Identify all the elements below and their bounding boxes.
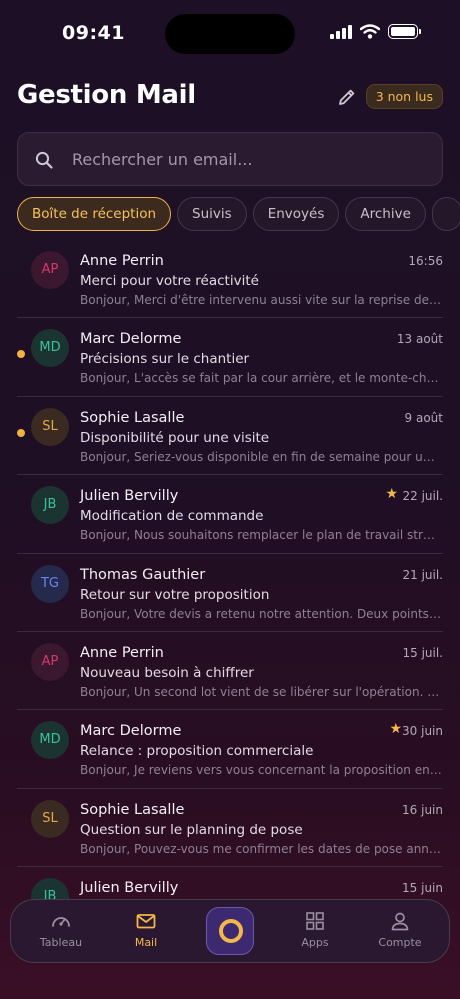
- search-input[interactable]: [72, 133, 432, 185]
- tab-inbox[interactable]: Boîte de réception: [17, 197, 172, 231]
- mail-sender: Julien Bervilly: [80, 880, 179, 897]
- unread-count-badge: 3 non lus: [365, 84, 443, 109]
- grid-icon: [306, 912, 324, 930]
- mail-subject: Précisions sur le chantier: [80, 351, 250, 368]
- mail-date: 13 août: [396, 332, 443, 347]
- mail-subject: Question sur le planning de pose: [80, 821, 303, 838]
- mail-date: 9 août: [404, 410, 443, 425]
- mail-preview: Bonjour, L'accès se fait par la cour arr…: [80, 371, 442, 386]
- avatar: JB: [31, 878, 69, 900]
- nav-label: Mail: [134, 936, 158, 949]
- star-icon[interactable]: ★: [389, 721, 402, 737]
- status-icons: [330, 24, 421, 39]
- star-icon[interactable]: ★: [385, 486, 398, 502]
- avatar: TG: [31, 564, 69, 603]
- mail-date: 16:56: [408, 254, 443, 268]
- status-bar: 09:41: [0, 0, 460, 66]
- nav-label: Apps: [301, 936, 329, 949]
- filter-tabs: Boîte de réception Suivis Envoyés Archive: [17, 197, 460, 231]
- avatar: SL: [31, 799, 69, 838]
- avatar: JB: [31, 486, 69, 525]
- avatar: AP: [31, 251, 69, 289]
- mail-date: 15 juin: [402, 881, 443, 896]
- user-icon: [391, 912, 409, 931]
- mail-subject: Retour sur votre proposition: [80, 586, 270, 603]
- wifi-icon: [360, 24, 380, 39]
- tab-archive[interactable]: Archive: [345, 197, 426, 231]
- tab-followed[interactable]: Suivis: [177, 197, 247, 231]
- search-icon: [35, 151, 53, 169]
- mail-preview: Bonjour, Un second lot vient de se libér…: [80, 685, 442, 699]
- mail-subject: Merci pour votre réactivité: [80, 273, 259, 289]
- header: Gestion Mail 3 non lus: [17, 78, 443, 116]
- mail-row[interactable]: MD Marc Delorme ★ 30 juin Relance : prop…: [0, 710, 460, 789]
- unread-dot: [17, 350, 25, 359]
- mail-date: 15 juil.: [402, 646, 443, 660]
- nav-tableau[interactable]: Tableau: [21, 910, 101, 949]
- status-time: 09:41: [62, 22, 125, 44]
- dynamic-island: [165, 14, 295, 54]
- bottom-nav: Tableau Mail Apps Compte: [10, 899, 450, 963]
- search-bar: [17, 132, 443, 186]
- nav-mail[interactable]: Mail: [106, 910, 186, 949]
- avatar: AP: [31, 643, 69, 681]
- mail-sender: Anne Perrin: [80, 253, 164, 269]
- gauge-icon: [52, 917, 70, 927]
- nav-apps[interactable]: Apps: [275, 910, 355, 949]
- mail-sender: Anne Perrin: [80, 645, 164, 661]
- page-title: Gestion Mail: [17, 80, 196, 110]
- mail-preview: Bonjour, Merci d'être intervenu aussi vi…: [80, 293, 442, 307]
- mail-row[interactable]: JB Julien Bervilly 15 juin: [0, 867, 460, 900]
- mail-date: 16 juin: [402, 802, 443, 817]
- avatar: MD: [31, 329, 69, 368]
- avatar: MD: [31, 721, 69, 760]
- mail-list: AP Anne Perrin 16:56 Merci pour votre ré…: [0, 240, 460, 900]
- mail-row[interactable]: AP Anne Perrin 15 juil. Nouveau besoin à…: [0, 632, 460, 711]
- signal-icon: [330, 24, 352, 39]
- mail-row[interactable]: SL Sophie Lasalle 16 juin Question sur l…: [0, 789, 460, 868]
- mail-preview: Bonjour, Je reviens vers vous concernant…: [80, 763, 442, 778]
- battery-icon: [388, 24, 421, 39]
- mail-row[interactable]: MD Marc Delorme 13 août Précisions sur l…: [0, 318, 460, 397]
- mail-icon: [136, 914, 156, 929]
- mail-row[interactable]: SL Sophie Lasalle 9 août Disponibilité p…: [0, 397, 460, 476]
- mail-sender: Marc Delorme: [80, 723, 182, 740]
- center-action-button[interactable]: [206, 907, 254, 955]
- logo-ring-icon: [219, 919, 243, 943]
- mail-sender: Thomas Gauthier: [80, 566, 206, 583]
- nav-compte[interactable]: Compte: [360, 910, 440, 949]
- mail-row[interactable]: JB Julien Bervilly ★ 22 juil. Modificati…: [0, 475, 460, 554]
- avatar: SL: [31, 407, 69, 446]
- mail-date: 22 juil.: [402, 489, 443, 504]
- mail-sender: Sophie Lasalle: [80, 801, 185, 818]
- mail-subject: Disponibilité pour une visite: [80, 429, 270, 446]
- edit-icon[interactable]: [336, 86, 358, 108]
- mail-subject: Modification de commande: [80, 508, 264, 525]
- mail-preview: Bonjour, Pouvez-vous me confirmer les da…: [80, 841, 442, 856]
- tab-sent[interactable]: Envoyés: [252, 197, 340, 231]
- nav-label: Tableau: [39, 936, 83, 949]
- nav-label: Compte: [378, 936, 422, 949]
- mail-row[interactable]: AP Anne Perrin 16:56 Merci pour votre ré…: [0, 240, 460, 319]
- mail-subject: Relance : proposition commerciale: [80, 743, 314, 760]
- mail-sender: Julien Bervilly: [80, 488, 179, 505]
- mail-preview: Bonjour, Votre devis a retenu notre atte…: [80, 606, 442, 621]
- unread-dot: [17, 428, 25, 437]
- mail-date: 21 juil.: [402, 567, 443, 582]
- mail-subject: Nouveau besoin à chiffrer: [80, 665, 254, 681]
- mail-preview: Bonjour, Seriez-vous disponible en fin d…: [80, 449, 442, 464]
- mail-date: 30 juin: [402, 724, 443, 739]
- mail-row[interactable]: TG Thomas Gauthier 21 juil. Retour sur v…: [0, 554, 460, 632]
- mail-sender: Sophie Lasalle: [80, 409, 185, 426]
- mail-sender: Marc Delorme: [80, 331, 182, 348]
- tab-more[interactable]: [431, 197, 460, 231]
- mail-preview: Bonjour, Nous souhaitons remplacer le pl…: [80, 528, 442, 543]
